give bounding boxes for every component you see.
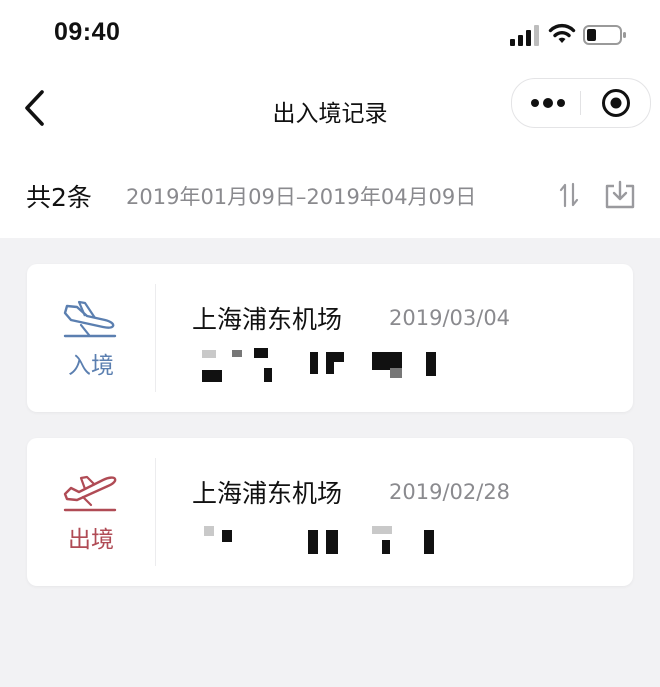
date-range[interactable]: 2019年01月09日–2019年04月09日 [126, 181, 476, 211]
capsule-divider [580, 91, 581, 115]
target-circle-icon [602, 89, 630, 117]
close-button[interactable] [588, 83, 644, 123]
sort-button[interactable] [555, 180, 583, 210]
nav-bar: 出入境记录 [0, 70, 660, 146]
direction-section: 出境 [27, 438, 155, 586]
wifi-icon [548, 23, 576, 43]
record-card-entry[interactable]: 入境 上海浦东机场 2019/03/04 [27, 264, 633, 412]
cellular-signal-icon [510, 25, 539, 46]
redacted-info [192, 348, 442, 384]
sort-arrows-icon [559, 182, 579, 208]
more-button[interactable] [520, 83, 576, 123]
status-time: 09:40 [54, 18, 121, 46]
more-dots-icon [531, 98, 565, 108]
plane-landing-icon [63, 300, 117, 338]
record-card-exit[interactable]: 出境 上海浦东机场 2019/02/28 [27, 438, 633, 586]
summary-row: 共2条 2019年01月09日–2019年04月09日 [0, 160, 660, 226]
direction-label: 入境 [68, 353, 114, 379]
direction-section: 入境 [27, 264, 155, 412]
record-date: 2019/02/28 [389, 480, 511, 504]
header-area: 09:40 出入境记录 共2条 2019年01月09日–2019年04月09日 [0, 0, 660, 238]
airport-name: 上海浦东机场 [192, 479, 343, 508]
record-count: 共2条 [26, 183, 92, 212]
plane-takeoff-icon [63, 475, 117, 512]
battery-icon [583, 25, 626, 45]
card-divider [155, 458, 156, 566]
download-icon [605, 180, 635, 209]
status-bar: 09:40 [0, 0, 660, 70]
record-date: 2019/03/04 [389, 306, 511, 330]
card-divider [155, 284, 156, 392]
mini-program-capsule [511, 78, 651, 128]
redacted-info [192, 522, 442, 558]
airport-name: 上海浦东机场 [192, 305, 343, 334]
download-button[interactable] [603, 179, 637, 211]
direction-label: 出境 [68, 527, 114, 553]
